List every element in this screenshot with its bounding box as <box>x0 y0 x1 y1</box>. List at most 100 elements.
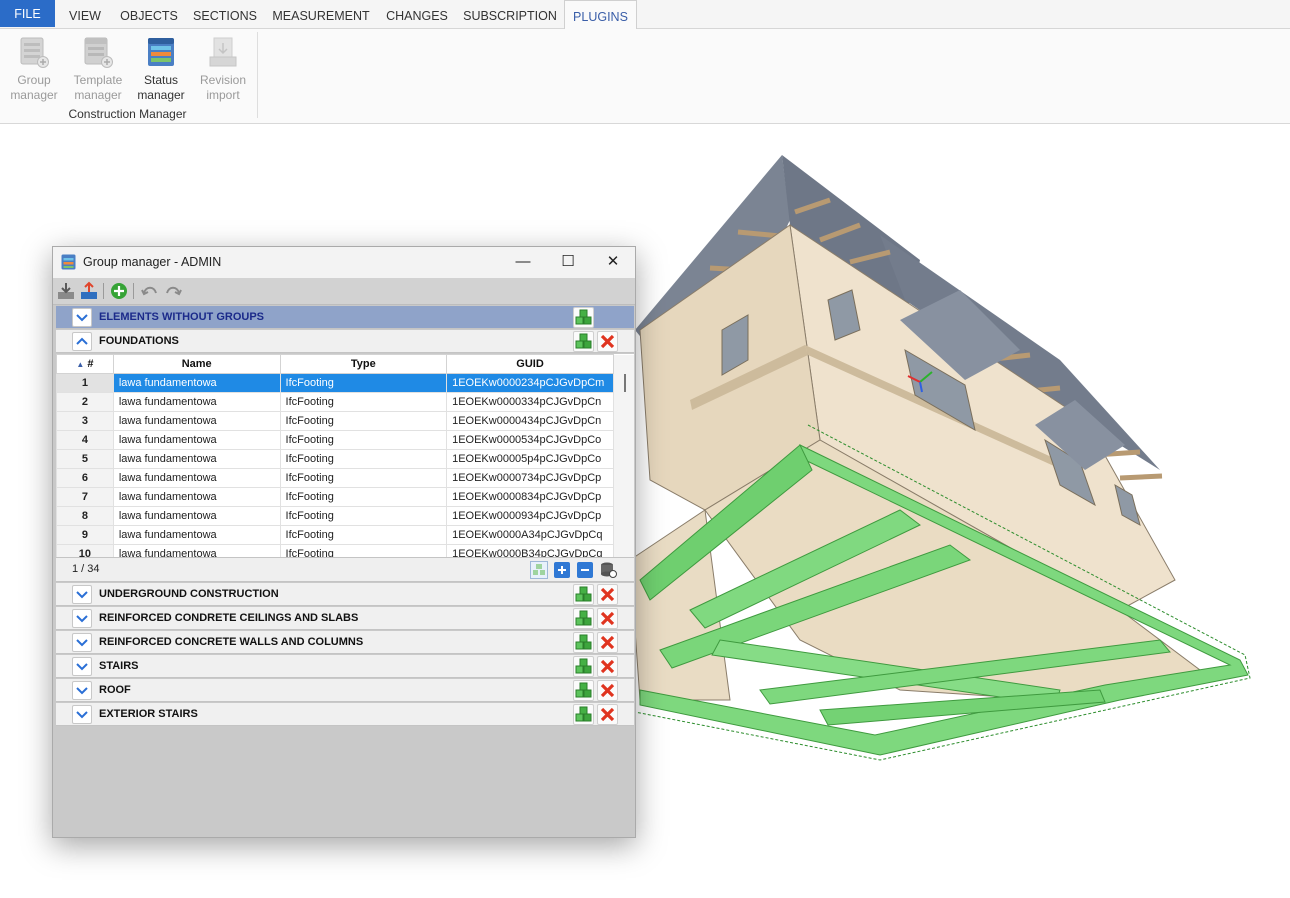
table-row[interactable]: 6 lawa fundamentowa IfcFooting 1EOEKw000073… <box>56 468 634 488</box>
cell-guid[interactable]: 1EOEKw0000934pCJGvDpCp <box>446 506 615 526</box>
table-row[interactable]: 3 lawa fundamentowa IfcFooting 1EOEKw000043… <box>56 411 634 431</box>
plus-icon[interactable] <box>553 561 571 579</box>
cell-name[interactable]: lawa fundamentowa <box>112 468 281 488</box>
cell-type[interactable]: IfcFooting <box>279 525 448 545</box>
chevron-down-icon[interactable] <box>72 633 92 652</box>
import-icon[interactable] <box>56 281 76 301</box>
chevron-up-icon[interactable] <box>72 332 92 351</box>
group-row-reinforced-condrete-ceilings-and-slabs[interactable]: REINFORCED CONDRETE CEILINGS AND SLABS <box>56 607 634 630</box>
cell-type[interactable]: IfcFooting <box>279 411 448 431</box>
row-number[interactable]: 5 <box>56 449 114 469</box>
row-number[interactable]: 10 <box>56 544 114 557</box>
cell-type[interactable]: IfcFooting <box>279 392 448 412</box>
group-row-elements-without-groups[interactable]: ELEMENTS WITHOUT GROUPS <box>56 306 634 329</box>
row-number[interactable]: 3 <box>56 411 114 431</box>
table-row[interactable]: 2 lawa fundamentowa IfcFooting 1EOEKw000033… <box>56 392 634 412</box>
show-elements-button[interactable] <box>573 680 594 701</box>
chevron-down-icon[interactable] <box>72 609 92 628</box>
scrollbar-thumb[interactable] <box>624 374 626 392</box>
tab-objects[interactable]: OBJECTS <box>118 0 180 29</box>
table-row[interactable]: 4 lawa fundamentowa IfcFooting 1EOEKw000053… <box>56 430 634 450</box>
table-row[interactable]: 7 lawa fundamentowa IfcFooting 1EOEKw000083… <box>56 487 634 507</box>
group-row-reinforced-concrete-walls-and-columns[interactable]: REINFORCED CONCRETE WALLS AND COLUMNS <box>56 631 634 654</box>
row-number[interactable]: 2 <box>56 392 114 412</box>
show-elements-button[interactable] <box>573 331 594 352</box>
row-number[interactable]: 9 <box>56 525 114 545</box>
table-row[interactable]: 10 lawa fundamentowa IfcFooting 1EOEKw0000B… <box>56 544 634 557</box>
cell-guid[interactable]: 1EOEKw00005p4pCJGvDpCo <box>446 449 615 469</box>
delete-group-button[interactable] <box>597 331 618 352</box>
add-selection-icon[interactable] <box>530 561 548 579</box>
cell-type[interactable]: IfcFooting <box>279 487 448 507</box>
cell-type[interactable]: IfcFooting <box>279 430 448 450</box>
tab-measurement[interactable]: MEASUREMENT <box>270 0 372 29</box>
window-titlebar[interactable]: Group manager - ADMIN — ☐ ✕ <box>53 247 635 278</box>
cell-guid[interactable]: 1EOEKw0000734pCJGvDpCp <box>446 468 615 488</box>
cell-name[interactable]: lawa fundamentowa <box>112 411 281 431</box>
cell-name[interactable]: lawa fundamentowa <box>112 544 281 557</box>
row-number[interactable]: 8 <box>56 506 114 526</box>
tab-sections[interactable]: SECTIONS <box>190 0 260 29</box>
chevron-down-icon[interactable] <box>72 705 92 724</box>
show-elements-button[interactable] <box>573 307 594 328</box>
row-number[interactable]: 6 <box>56 468 114 488</box>
maximize-button[interactable]: ☐ <box>553 251 583 273</box>
tab-subscription[interactable]: SUBSCRIPTION <box>462 0 558 29</box>
revision-import-button[interactable]: Revision import <box>192 35 254 103</box>
close-button[interactable]: ✕ <box>598 251 628 273</box>
chevron-down-icon[interactable] <box>72 657 92 676</box>
cell-type[interactable]: IfcFooting <box>279 468 448 488</box>
chevron-down-icon[interactable] <box>72 681 92 700</box>
tab-changes[interactable]: CHANGES <box>382 0 452 29</box>
delete-group-button[interactable] <box>597 608 618 629</box>
column-header-name[interactable]: Name <box>112 354 281 374</box>
cell-guid[interactable]: 1EOEKw0000334pCJGvDpCn <box>446 392 615 412</box>
row-number[interactable]: 1 <box>56 373 114 393</box>
delete-group-button[interactable] <box>597 656 618 677</box>
cell-name[interactable]: lawa fundamentowa <box>112 506 281 526</box>
cell-name[interactable]: lawa fundamentowa <box>112 525 281 545</box>
table-scrollbar[interactable] <box>616 373 634 557</box>
cell-name[interactable]: lawa fundamentowa <box>112 430 281 450</box>
tab-view[interactable]: VIEW <box>62 0 108 29</box>
delete-group-button[interactable] <box>597 632 618 653</box>
redo-icon[interactable] <box>163 281 183 301</box>
chevron-down-icon[interactable] <box>72 585 92 604</box>
cell-type[interactable]: IfcFooting <box>279 449 448 469</box>
column-header-number[interactable]: ▲ # <box>56 354 114 374</box>
show-elements-button[interactable] <box>573 608 594 629</box>
column-header-type[interactable]: Type <box>279 354 448 374</box>
cell-guid[interactable]: 1EOEKw0000434pCJGvDpCn <box>446 411 615 431</box>
table-row[interactable]: 1 lawa fundamentowa IfcFooting 1EOEKw000023… <box>56 373 634 393</box>
group-row-roof[interactable]: ROOF <box>56 679 634 702</box>
delete-group-button[interactable] <box>597 584 618 605</box>
show-elements-button[interactable] <box>573 704 594 725</box>
cell-type[interactable]: IfcFooting <box>279 544 448 557</box>
cell-guid[interactable]: 1EOEKw0000834pCJGvDpCp <box>446 487 615 507</box>
cell-guid[interactable]: 1EOEKw0000A34pCJGvDpCq <box>446 525 615 545</box>
show-elements-button[interactable] <box>573 584 594 605</box>
cell-name[interactable]: lawa fundamentowa <box>112 392 281 412</box>
database-icon[interactable] <box>599 561 617 579</box>
cell-type[interactable]: IfcFooting <box>279 373 448 393</box>
cell-name[interactable]: lawa fundamentowa <box>112 373 281 393</box>
row-number[interactable]: 4 <box>56 430 114 450</box>
table-row[interactable]: 8 lawa fundamentowa IfcFooting 1EOEKw000093… <box>56 506 634 526</box>
table-row[interactable]: 5 lawa fundamentowa IfcFooting 1EOEKw00005p… <box>56 449 634 469</box>
group-row-exterior-stairs[interactable]: EXTERIOR STAIRS <box>56 703 634 726</box>
table-row[interactable]: 9 lawa fundamentowa IfcFooting 1EOEKw0000A3… <box>56 525 634 545</box>
export-icon[interactable] <box>79 281 99 301</box>
minimize-button[interactable]: — <box>508 251 538 273</box>
chevron-down-icon[interactable] <box>72 308 92 327</box>
show-elements-button[interactable] <box>573 632 594 653</box>
cell-guid[interactable]: 1EOEKw0000534pCJGvDpCo <box>446 430 615 450</box>
add-group-icon[interactable] <box>109 281 129 301</box>
template-manager-button[interactable]: Template manager <box>67 35 129 103</box>
group-manager-button[interactable]: Group manager <box>3 35 65 103</box>
cell-name[interactable]: lawa fundamentowa <box>112 449 281 469</box>
cell-name[interactable]: lawa fundamentowa <box>112 487 281 507</box>
delete-group-button[interactable] <box>597 680 618 701</box>
tab-plugins[interactable]: PLUGINS <box>564 0 637 30</box>
minus-icon[interactable] <box>576 561 594 579</box>
group-row-underground-construction[interactable]: UNDERGROUND CONSTRUCTION <box>56 583 634 606</box>
